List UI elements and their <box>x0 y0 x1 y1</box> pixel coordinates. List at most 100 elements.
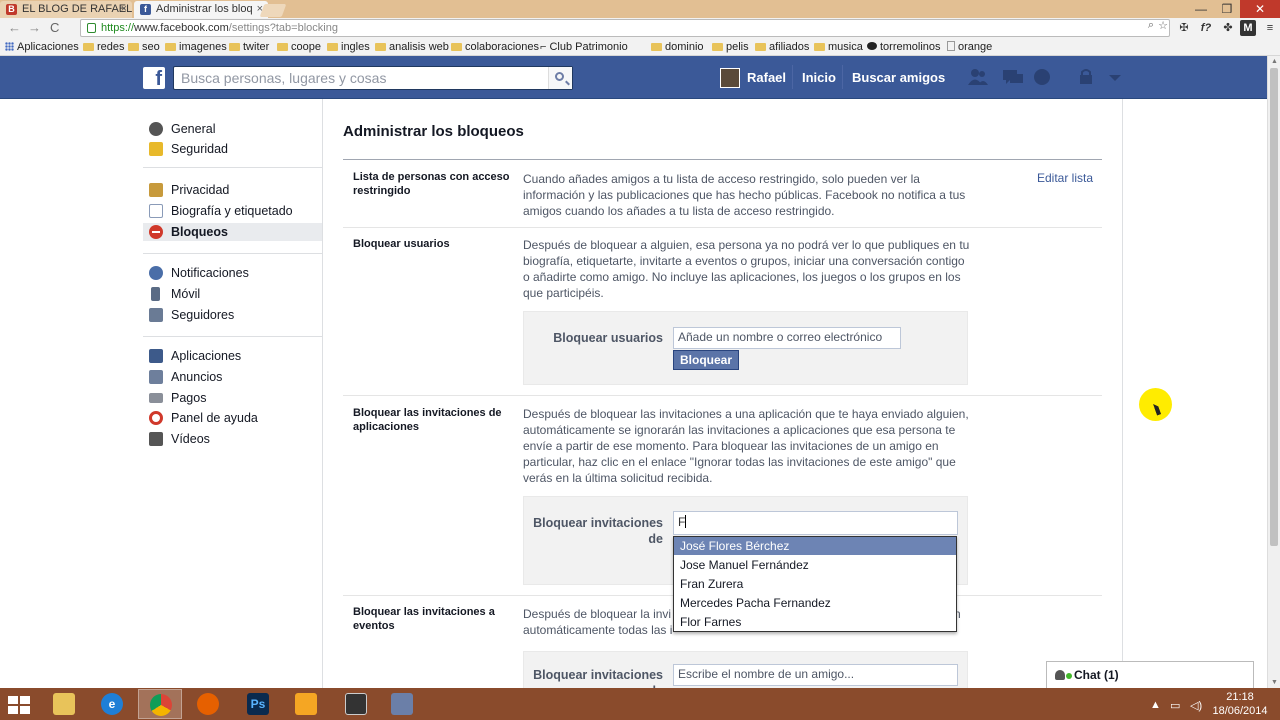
browser-tabstrip: B EL BLOG DE RAFAEL × f Administrar los … <box>0 0 1280 18</box>
bookmark-item[interactable]: seo <box>128 39 160 55</box>
search-button[interactable] <box>548 67 572 89</box>
sidebar-item-label: Anuncios <box>171 370 223 384</box>
facebook-logo-icon[interactable]: f <box>143 67 165 90</box>
sidebar-item-apps[interactable]: Aplicaciones <box>143 347 322 365</box>
suggestion-item[interactable]: Fran Zurera <box>674 575 956 593</box>
bookmark-item[interactable]: coope <box>277 39 321 55</box>
bookmark-label: Aplicaciones <box>17 41 79 53</box>
bookmark-item[interactable]: twiter <box>229 39 269 55</box>
block-event-invites-input[interactable]: Escribe el nombre de un amigo... <box>673 664 958 686</box>
new-tab-button[interactable] <box>259 4 287 17</box>
tray-network-icon[interactable]: ▭ <box>1170 699 1180 712</box>
bookmark-item[interactable]: ⌐ Club Patrimonio <box>540 39 628 55</box>
bookmark-item[interactable]: analisis web <box>375 39 449 55</box>
bookmark-item[interactable]: imagenes <box>165 39 227 55</box>
suggestion-item[interactable]: Mercedes Pacha Fernandez <box>674 594 956 612</box>
sidebar-item-mobile[interactable]: Móvil <box>143 285 322 303</box>
find-friends-link[interactable]: Buscar amigos <box>852 70 945 85</box>
bookmark-item[interactable]: orange <box>947 39 992 55</box>
gear-icon <box>149 122 163 136</box>
search-input[interactable]: Busca personas, lugares y cosas <box>173 66 573 90</box>
minimize-icon[interactable]: — <box>1188 0 1214 18</box>
privacy-shortcuts-icon[interactable] <box>1077 68 1097 86</box>
sidebar-item-blocking[interactable]: Bloqueos <box>143 223 322 241</box>
back-icon[interactable]: ← <box>8 20 21 35</box>
bookmark-item[interactable]: torremolinos <box>867 39 941 55</box>
bookmark-label: Club Patrimonio <box>549 41 628 53</box>
internet-explorer-icon: e <box>101 693 123 715</box>
close-window-icon[interactable]: ✕ <box>1240 0 1280 18</box>
friend-requests-icon[interactable] <box>968 68 988 86</box>
close-tab-icon[interactable]: × <box>121 1 127 17</box>
scroll-down-icon[interactable]: ▼ <box>1271 679 1278 686</box>
forward-icon[interactable]: → <box>28 20 41 35</box>
tray-volume-icon[interactable]: ◁) <box>1190 699 1202 712</box>
chrome-menu-icon[interactable]: ≡ <box>1262 20 1278 36</box>
sidebar-item-support[interactable]: Panel de ayuda <box>143 409 322 427</box>
tray-show-hidden-icon[interactable]: ▲ <box>1150 699 1161 711</box>
taskbar-clock[interactable]: 21:18 18/06/2014 <box>1212 690 1268 718</box>
taskbar-chrome[interactable] <box>138 689 182 719</box>
sidebar-item-timeline-tagging[interactable]: Biografía y etiquetado <box>143 202 322 220</box>
extension-puzzle-icon[interactable]: ✤ <box>1220 20 1236 36</box>
extension-icon[interactable]: ✠ <box>1176 20 1192 36</box>
extension-m-icon[interactable]: M <box>1240 20 1256 36</box>
taskbar-virtualbox[interactable] <box>380 689 424 719</box>
reload-icon[interactable]: C <box>50 20 59 35</box>
sidebar-item-followers[interactable]: Seguidores <box>143 306 322 324</box>
bookmark-label: twiter <box>243 41 270 53</box>
page-scrollbar[interactable]: ▲ ▼ <box>1267 56 1280 688</box>
sidebar-item-label: Pagos <box>171 391 207 405</box>
block-button[interactable]: Bloquear <box>673 350 739 370</box>
sidebar-item-ads[interactable]: Anuncios <box>143 368 322 386</box>
profile-link[interactable]: Rafael <box>747 70 786 85</box>
home-link[interactable]: Inicio <box>802 70 836 85</box>
block-app-invites-input[interactable]: F <box>673 511 958 535</box>
bookmark-item[interactable]: redes <box>83 39 125 55</box>
taskbar-photoshop[interactable]: Ps <box>236 689 280 719</box>
scrollbar-thumb[interactable] <box>1270 68 1278 546</box>
address-bar[interactable]: https://www.facebook.com/settings?tab=bl… <box>80 19 1170 37</box>
bookmark-item[interactable]: pelis <box>712 39 749 55</box>
suggestion-item[interactable]: José Flores Bérchez <box>674 537 956 555</box>
avatar[interactable] <box>720 68 740 88</box>
notifications-globe-icon[interactable] <box>1032 68 1052 86</box>
bookmark-star-icon[interactable]: ☆ <box>1158 19 1168 32</box>
bookmark-item[interactable]: Aplicaciones <box>5 39 79 55</box>
account-menu-chevron-down-icon[interactable] <box>1105 68 1125 86</box>
sidebar-item-label: Bloqueos <box>171 225 228 239</box>
bookmark-item[interactable]: afiliados <box>755 39 809 55</box>
scroll-up-icon[interactable]: ▲ <box>1271 58 1278 65</box>
sidebar-item-security[interactable]: Seguridad <box>143 140 322 158</box>
taskbar-internet-explorer[interactable]: e <box>90 689 134 719</box>
sidebar-item-label: Panel de ayuda <box>171 411 258 425</box>
taskbar-app-tool[interactable] <box>334 689 378 719</box>
sidebar-item-general[interactable]: General <box>143 120 322 138</box>
sidebar-item-notifications[interactable]: Notificaciones <box>143 264 322 282</box>
extension-formula-icon[interactable]: f? <box>1198 20 1214 36</box>
suggestion-item[interactable]: Jose Manuel Fernández <box>674 556 956 574</box>
block-users-field-label: Bloquear usuarios <box>553 331 663 345</box>
zoom-icon[interactable]: ⌕ <box>1148 19 1154 32</box>
maximize-icon[interactable]: ❒ <box>1214 0 1240 18</box>
block-event-invites-description-line2: automáticamente todas las i <box>523 623 673 637</box>
tab-facebook-blocking[interactable]: f Administrar los bloq × <box>134 1 268 18</box>
edit-list-link[interactable]: Editar lista <box>1037 171 1093 185</box>
sidebar-item-privacy[interactable]: Privacidad <box>143 181 322 199</box>
tab-blog[interactable]: B EL BLOG DE RAFAEL × <box>0 1 132 18</box>
windows-start-icon[interactable] <box>8 696 30 714</box>
block-user-input[interactable]: Añade un nombre o correo electrónico <box>673 327 901 349</box>
sidebar-item-label: Aplicaciones <box>171 349 242 363</box>
sidebar-item-videos[interactable]: Vídeos <box>143 430 322 448</box>
taskbar-explorer[interactable] <box>42 689 86 719</box>
taskbar-firefox[interactable] <box>186 689 230 719</box>
taskbar-outlook[interactable] <box>284 689 328 719</box>
chat-sidebar-toggle[interactable]: Chat (1) <box>1046 661 1254 688</box>
bookmark-item[interactable]: ingles <box>327 39 370 55</box>
bookmark-item[interactable]: dominio <box>651 39 704 55</box>
suggestion-item[interactable]: Flor Farnes <box>674 613 956 631</box>
bookmark-item[interactable]: colaboraciones <box>451 39 539 55</box>
sidebar-item-payments[interactable]: Pagos <box>143 389 322 407</box>
bookmark-item[interactable]: musica <box>814 39 863 55</box>
messages-icon[interactable] <box>1003 68 1023 86</box>
